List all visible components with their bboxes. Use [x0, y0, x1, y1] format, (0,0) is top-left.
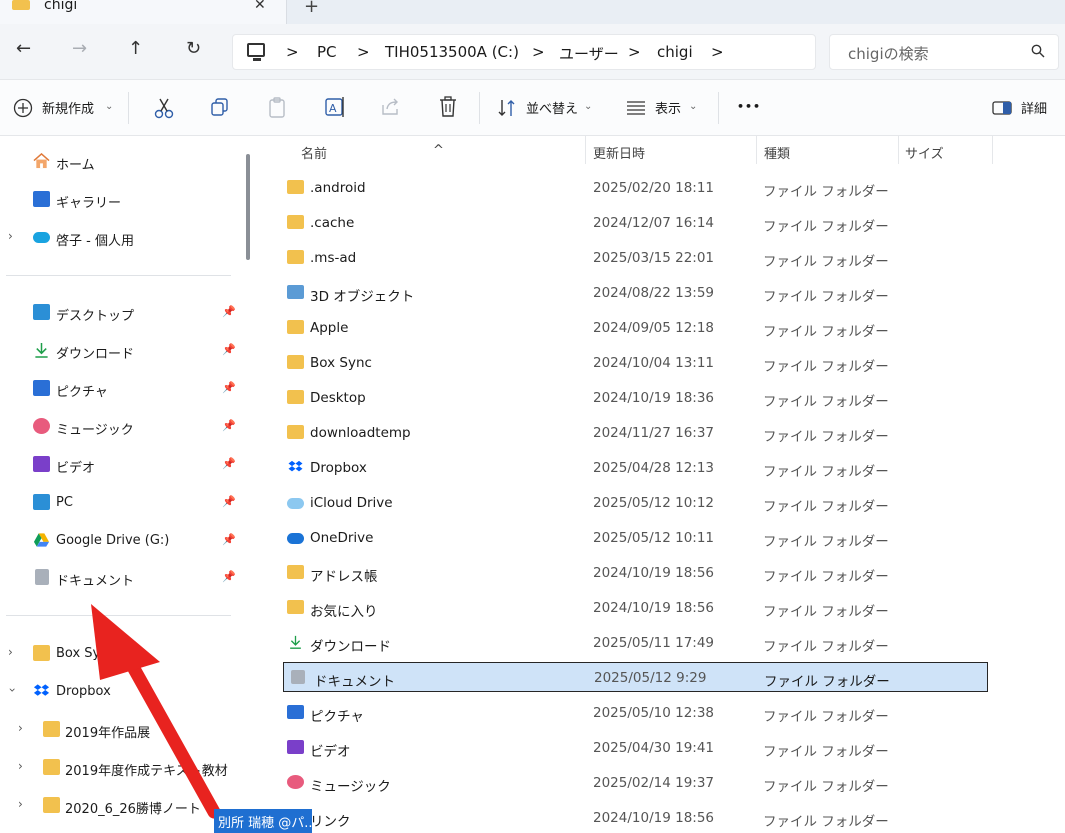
annotation-arrow [91, 604, 221, 819]
participant-name-label: 別所 瑞穂 @パ... [214, 809, 312, 833]
